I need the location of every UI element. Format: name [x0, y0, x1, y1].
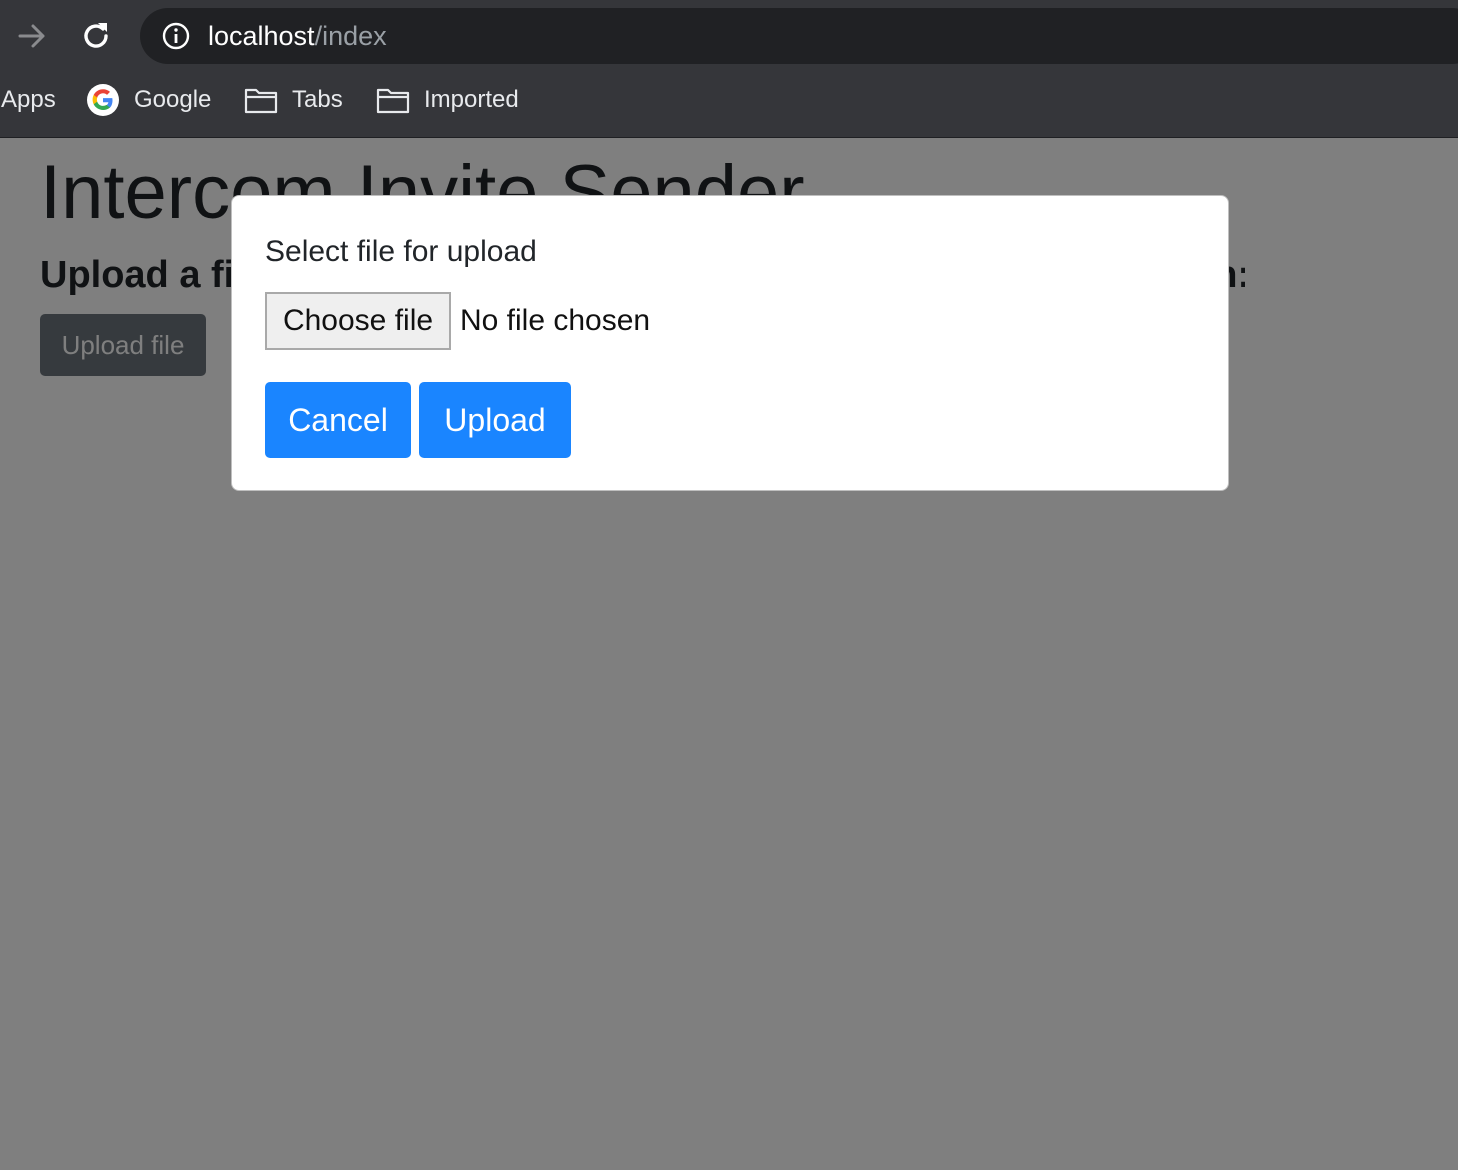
url-host: localhost	[208, 21, 315, 51]
arrow-right-icon	[18, 24, 45, 48]
info-icon[interactable]	[162, 22, 190, 50]
bookmark-folder-imported[interactable]: Imported	[376, 82, 519, 118]
bookmark-label: Tabs	[292, 86, 343, 113]
google-icon	[86, 83, 120, 117]
upload-button[interactable]: Upload	[419, 382, 571, 458]
modal-title: Select file for upload	[265, 235, 537, 268]
bookmark-label: Imported	[424, 86, 519, 113]
folder-icon	[244, 83, 278, 117]
folder-icon	[376, 83, 410, 117]
cancel-button[interactable]: Cancel	[265, 382, 411, 458]
choose-file-button[interactable]: Choose file	[265, 292, 451, 350]
browser-chrome: localhost/index Apps Google Tabs Importe…	[0, 0, 1458, 138]
upload-modal: Select file for upload Choose file No fi…	[231, 195, 1229, 491]
bookmark-folder-tabs[interactable]: Tabs	[244, 82, 343, 118]
file-input[interactable]: Choose file No file chosen	[265, 292, 650, 350]
reload-button[interactable]	[76, 16, 116, 56]
browser-toolbar: localhost/index	[0, 0, 1458, 72]
url-path: /index	[314, 21, 387, 51]
bookmark-apps[interactable]: Apps	[1, 82, 56, 118]
forward-button[interactable]	[12, 16, 52, 56]
bookmark-label: Apps	[1, 86, 56, 113]
url-text[interactable]: localhost/index	[208, 21, 387, 51]
reload-icon	[84, 23, 108, 48]
bookmarks-bar: Apps Google Tabs Imported	[0, 76, 1458, 126]
address-bar[interactable]: localhost/index	[140, 8, 1458, 64]
bookmark-google[interactable]: Google	[86, 82, 211, 118]
bookmark-label: Google	[134, 86, 212, 113]
file-status: No file chosen	[460, 304, 651, 337]
